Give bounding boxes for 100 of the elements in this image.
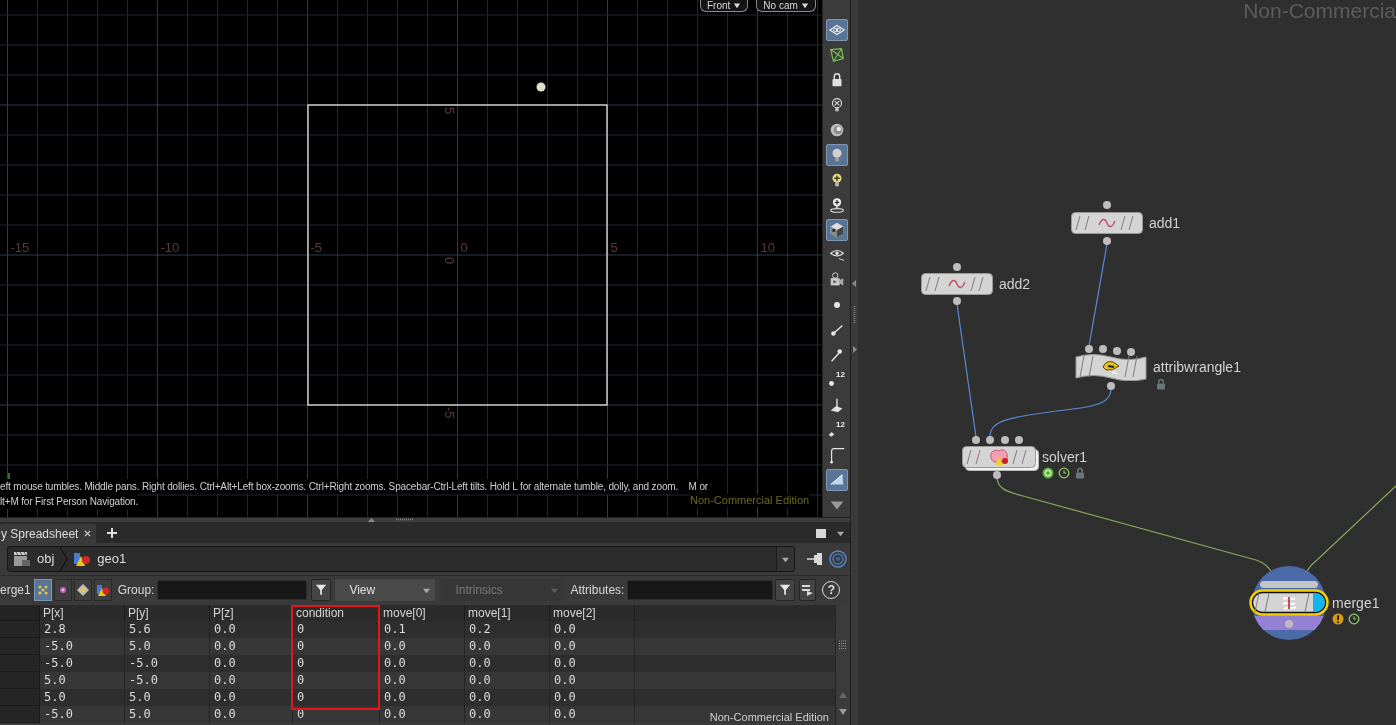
hat-icon — [1101, 359, 1121, 375]
node-name-label: erge1 — [0, 582, 31, 599]
node-body[interactable] — [1249, 589, 1329, 616]
axis-label: 0 — [460, 241, 468, 255]
output-port[interactable] — [1107, 382, 1115, 390]
pin-icon[interactable] — [807, 553, 823, 565]
component-button[interactable] — [53, 579, 72, 601]
grip-icon[interactable] — [853, 305, 856, 325]
scrollbar[interactable] — [835, 605, 850, 725]
filter-button[interactable] — [775, 579, 796, 601]
table-cell: 0.0 — [550, 706, 635, 723]
grip-icon[interactable] — [395, 518, 415, 521]
down-arrow-icon[interactable] — [839, 709, 847, 715]
field-label: Attributes: — [570, 582, 625, 599]
row-header — [0, 638, 40, 655]
collapse-arrow-icon[interactable] — [368, 518, 375, 522]
dropdown[interactable]: View — [335, 579, 436, 601]
axis-label: -15 — [10, 241, 30, 255]
plus-icon[interactable] — [106, 527, 119, 539]
output-port[interactable] — [1103, 237, 1111, 245]
node-body[interactable] — [1071, 212, 1143, 234]
path-button[interactable]: geo1 — [68, 547, 132, 571]
diamond-icon — [75, 583, 90, 597]
node-label: attribwrangle1 — [1153, 359, 1241, 375]
diamond-icon — [828, 430, 836, 437]
tool-button[interactable] — [825, 144, 848, 166]
tab[interactable]: y Spreadsheet — [0, 524, 97, 543]
tool-button[interactable] — [825, 219, 848, 241]
close-icon[interactable] — [84, 530, 92, 537]
group-field[interactable] — [157, 580, 308, 600]
caret-icon[interactable] — [836, 530, 845, 537]
sine-wave-icon — [947, 278, 967, 290]
squiggle-icon — [1280, 595, 1298, 611]
brain-icon — [988, 448, 1010, 466]
node-label: add1 — [1149, 215, 1181, 231]
component-button[interactable] — [33, 579, 52, 601]
filter-button[interactable] — [311, 579, 332, 601]
tool-button[interactable] — [825, 469, 848, 491]
axis-label: 10 — [760, 241, 775, 255]
dropdown-button[interactable] — [776, 547, 794, 571]
tool-button[interactable]: 12 — [825, 419, 848, 441]
list-arrow-icon — [802, 584, 814, 596]
expand-arrow-icon[interactable] — [853, 346, 857, 353]
node-label: merge1 — [1332, 595, 1380, 611]
table-cell: 0.0 — [380, 706, 465, 723]
axis-label: 0 — [443, 257, 456, 265]
camera-menu[interactable]: Front — [700, 0, 749, 12]
table-cell: -5.0 — [40, 706, 125, 723]
bulb-plus-icon — [827, 196, 846, 214]
path-button[interactable]: obj — [8, 547, 60, 571]
funnel-icon — [779, 584, 792, 596]
caret-icon — [733, 2, 742, 9]
shapes-icon — [73, 551, 92, 567]
funnel-icon — [315, 584, 328, 596]
point-marker — [536, 82, 546, 92]
axis-label: -5 — [310, 241, 323, 255]
list-button[interactable] — [799, 579, 817, 601]
axis-label: 5 — [610, 241, 618, 255]
tool-button[interactable]: 12 — [825, 369, 848, 391]
axis-label: -10 — [160, 241, 180, 255]
dot-icon — [828, 380, 836, 387]
camera-menu[interactable]: No cam — [756, 0, 816, 12]
target-icon[interactable] — [829, 550, 847, 568]
tool-button[interactable] — [825, 19, 848, 41]
input-port[interactable] — [1103, 201, 1111, 209]
axis-label: -5 — [443, 407, 456, 419]
table-cell: 0.0 — [465, 706, 550, 723]
help-text: lt+M for First Person Navigation. — [0, 494, 139, 509]
component-button[interactable] — [73, 579, 92, 601]
chevron-icon — [59, 547, 69, 571]
table-cell: 0.0 — [210, 706, 293, 723]
path-bar[interactable]: obj geo1 — [7, 546, 795, 572]
component-button[interactable] — [93, 579, 112, 601]
row-header — [0, 672, 40, 689]
clapperboard-icon — [13, 551, 31, 567]
node-body[interactable] — [962, 446, 1039, 471]
sine-wave-icon — [1097, 217, 1117, 229]
field-label: Group: — [117, 582, 155, 599]
attributes-field[interactable] — [627, 580, 774, 600]
caret-icon — [550, 586, 560, 594]
caret-icon — [781, 555, 790, 563]
node-label: add2 — [999, 276, 1031, 292]
shapes-icon — [95, 583, 110, 597]
input-port[interactable] — [953, 263, 961, 271]
dot-icon — [833, 302, 840, 308]
axis-label: 5 — [443, 107, 456, 115]
help-text: eft mouse tumbles. Middle pans. Right dollies. Ctrl+Alt+Left box-zooms. Ctrl+Right zooms. Spacebar-Ctrl-Left tilts. Hold L for alternate tumble, dolly, and zoom. M or — [0, 479, 708, 494]
row-header — [0, 706, 40, 723]
collapse-arrow-icon[interactable] — [852, 280, 856, 287]
edition-watermark: Non-Commercial Edition — [690, 494, 810, 507]
corner-icon — [827, 446, 846, 464]
table-cell: 5.0 — [125, 706, 210, 723]
output-port[interactable] — [953, 297, 961, 305]
node-body[interactable] — [921, 273, 993, 295]
output-port[interactable] — [993, 471, 1001, 479]
input-bar[interactable] — [1260, 581, 1318, 588]
grip-icon[interactable] — [839, 640, 847, 650]
edition-watermark: Non-Commercial Edition — [709, 711, 829, 724]
wireframe-icon — [827, 46, 846, 64]
node-body[interactable] — [1075, 352, 1147, 381]
